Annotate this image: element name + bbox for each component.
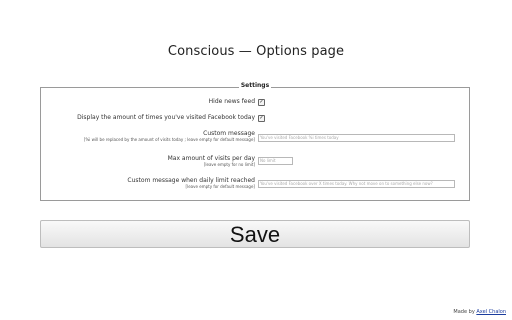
limit-message-label: Custom message when daily limit reached — [127, 177, 255, 184]
max-visits-hint: [leave empty for no limit] — [203, 162, 255, 167]
display-visits-checkbox[interactable]: ✓ — [258, 115, 265, 122]
limit-message-hint: [leave empty for default message] — [185, 184, 255, 189]
custom-message-hint: [%i will be replaced by the amount of vi… — [83, 137, 255, 142]
footer-credit: Made by Axel Chalon — [453, 309, 506, 315]
author-link[interactable]: Axel Chalon — [476, 309, 506, 315]
custom-message-label: Custom message — [203, 130, 255, 137]
save-button[interactable]: Save — [40, 220, 470, 248]
page-title: Conscious — Options page — [167, 44, 345, 59]
checkmark-icon: ✓ — [259, 115, 264, 121]
settings-fieldset: Settings Hide news feed ✓ Display the am… — [40, 82, 470, 201]
max-visits-input[interactable]: No limit — [258, 157, 293, 165]
custom-message-input[interactable]: You've visited Facebook %i times today — [258, 134, 455, 142]
max-visits-label: Max amount of visits per day — [167, 155, 255, 162]
checkmark-icon: ✓ — [259, 99, 264, 105]
made-by-text: Made by — [453, 309, 475, 315]
hide-news-feed-checkbox[interactable]: ✓ — [258, 99, 265, 106]
settings-legend: Settings — [238, 82, 272, 89]
hide-news-feed-label: Hide news feed — [208, 98, 255, 105]
display-visits-label: Display the amount of times you've visit… — [77, 114, 255, 121]
limit-message-input[interactable]: You've visited Facebook over X times tod… — [258, 180, 455, 188]
